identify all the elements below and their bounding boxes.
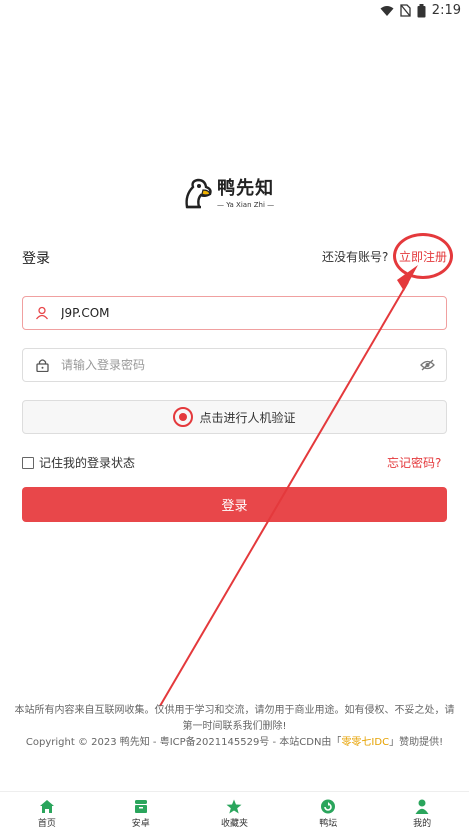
battery-icon [417,3,426,17]
cdn-sponsor-link[interactable]: 零零七IDC [341,737,389,748]
forgot-password-link[interactable]: 忘记密码? [387,454,441,471]
toggle-password-visibility[interactable] [408,359,446,371]
captcha-icon [173,407,194,427]
tab-android[interactable]: 安卓 [94,792,188,835]
captcha-label: 点击进行人机验证 [199,410,296,425]
brand-name: 鸭先知 [217,178,275,199]
remember-me-label: 记住我的登录状态 [39,456,136,470]
checkbox-box[interactable] [22,456,34,469]
disclaimer-text: 本站所有内容来自互联网收集。仅供用于学习和交流，请勿用于商业用途。如有侵权、不妥… [14,705,455,732]
status-bar: 2:19 [0,0,469,24]
tab-label: 安卓 [131,818,150,829]
username-input[interactable] [61,297,446,329]
forum-icon [321,799,336,813]
register-link[interactable]: 立即注册 [399,248,447,265]
duck-logo-icon [185,178,212,209]
login-title: 登录 [22,251,50,267]
tab-label: 收藏夹 [220,818,248,829]
copyright-prefix: Copyright © 2023 鸭先知 - 粤ICP备2021145529号 … [25,737,342,748]
copyright-suffix: 」赞助提供! [389,737,444,748]
brand-subtitle: — Ya Xian Zhi — [217,201,275,209]
wifi-icon [380,5,394,16]
remember-me-checkbox[interactable]: 记住我的登录状态 [22,454,135,471]
tab-label: 我的 [413,818,432,829]
lock-icon [35,359,49,372]
user-icon [415,799,429,814]
captcha-button[interactable]: 点击进行人机验证 [22,400,447,434]
status-time: 2:19 [431,3,461,18]
user-icon [35,306,49,320]
star-icon [226,799,242,813]
no-sim-icon [400,4,411,17]
tab-label: 鸭坛 [319,818,338,829]
home-icon [39,799,54,813]
username-field[interactable] [22,296,447,330]
tab-label: 首页 [37,818,56,829]
copyright-text: Copyright © 2023 鸭先知 - 粤ICP备2021145529号 … [10,735,459,751]
brand-logo: 鸭先知 — Ya Xian Zhi — [183,173,293,215]
tab-forum[interactable]: 鸭坛 [281,792,375,835]
android-icon [134,799,147,813]
bottom-tab-bar: 首页 安卓 收藏夹 鸭坛 我的 [0,791,469,835]
eye-off-icon [419,359,435,371]
password-field[interactable] [22,348,447,382]
tab-home[interactable]: 首页 [0,792,94,835]
tab-favorites[interactable]: 收藏夹 [188,792,282,835]
password-input[interactable] [61,349,408,381]
no-account-text: 还没有账号? [322,250,389,264]
tab-mine[interactable]: 我的 [375,792,469,835]
login-submit-button[interactable]: 登录 [22,487,447,522]
footer-disclaimer: 本站所有内容来自互联网收集。仅供用于学习和交流，请勿用于商业用途。如有侵权、不妥… [10,703,459,751]
